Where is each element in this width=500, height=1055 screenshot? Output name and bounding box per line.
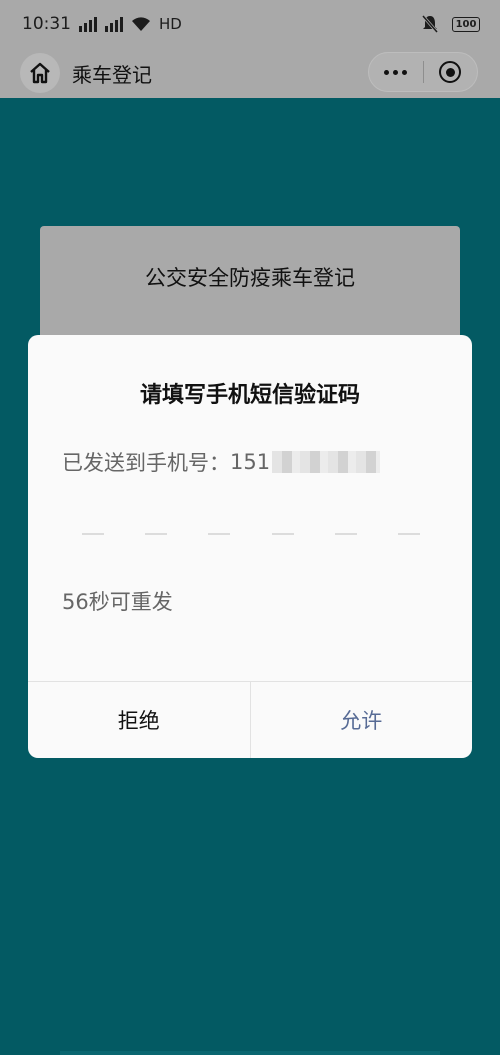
code-input[interactable] — [82, 533, 420, 535]
sms-verification-dialog: 请填写手机短信验证码 已发送到手机号： 151 56秒可重发 拒绝 允许 — [28, 335, 472, 758]
more-icon — [384, 69, 408, 75]
status-left: 10:31 HD — [22, 14, 182, 34]
dialog-actions: 拒绝 允许 — [28, 681, 472, 758]
hd-label: HD — [159, 15, 182, 33]
page-title: 乘车登记 — [72, 62, 152, 87]
mute-icon — [422, 15, 438, 33]
home-button[interactable] — [20, 53, 60, 93]
code-slot[interactable] — [334, 533, 357, 535]
more-button[interactable] — [369, 53, 423, 91]
sent-to-phone-line: 已发送到手机号： 151 — [62, 447, 381, 477]
background-card-title: 公交安全防疫乘车登记 — [145, 266, 355, 290]
nav-bar: 乘车登记 — [0, 48, 500, 98]
code-slot[interactable] — [145, 533, 168, 535]
status-bar: 10:31 HD 100 — [0, 0, 500, 48]
close-mini-program-button[interactable] — [424, 53, 478, 91]
bottom-strip — [60, 1051, 440, 1055]
code-slot[interactable] — [208, 533, 231, 535]
dialog-title: 请填写手机短信验证码 — [139, 383, 360, 408]
close-circle-icon — [439, 61, 462, 83]
status-right: 100 — [422, 15, 480, 33]
reject-button[interactable]: 拒绝 — [28, 682, 251, 758]
code-slot[interactable] — [397, 533, 420, 535]
code-slot[interactable] — [82, 533, 104, 535]
phone-prefix: 151 — [230, 450, 271, 474]
resend-countdown: 56秒可重发 — [62, 590, 173, 614]
status-time: 10:31 — [22, 14, 71, 34]
battery-icon: 100 — [452, 16, 480, 32]
mini-program-capsule — [368, 52, 478, 92]
home-icon — [30, 62, 50, 84]
wifi-icon — [132, 17, 150, 31]
code-slot[interactable] — [271, 533, 294, 535]
sent-label: 已发送到手机号： — [62, 451, 230, 475]
cellular-signal-icon — [79, 16, 97, 32]
phone-mask — [272, 451, 381, 473]
allow-button[interactable]: 允许 — [251, 682, 473, 758]
cellular-signal-icon-2 — [105, 16, 123, 32]
